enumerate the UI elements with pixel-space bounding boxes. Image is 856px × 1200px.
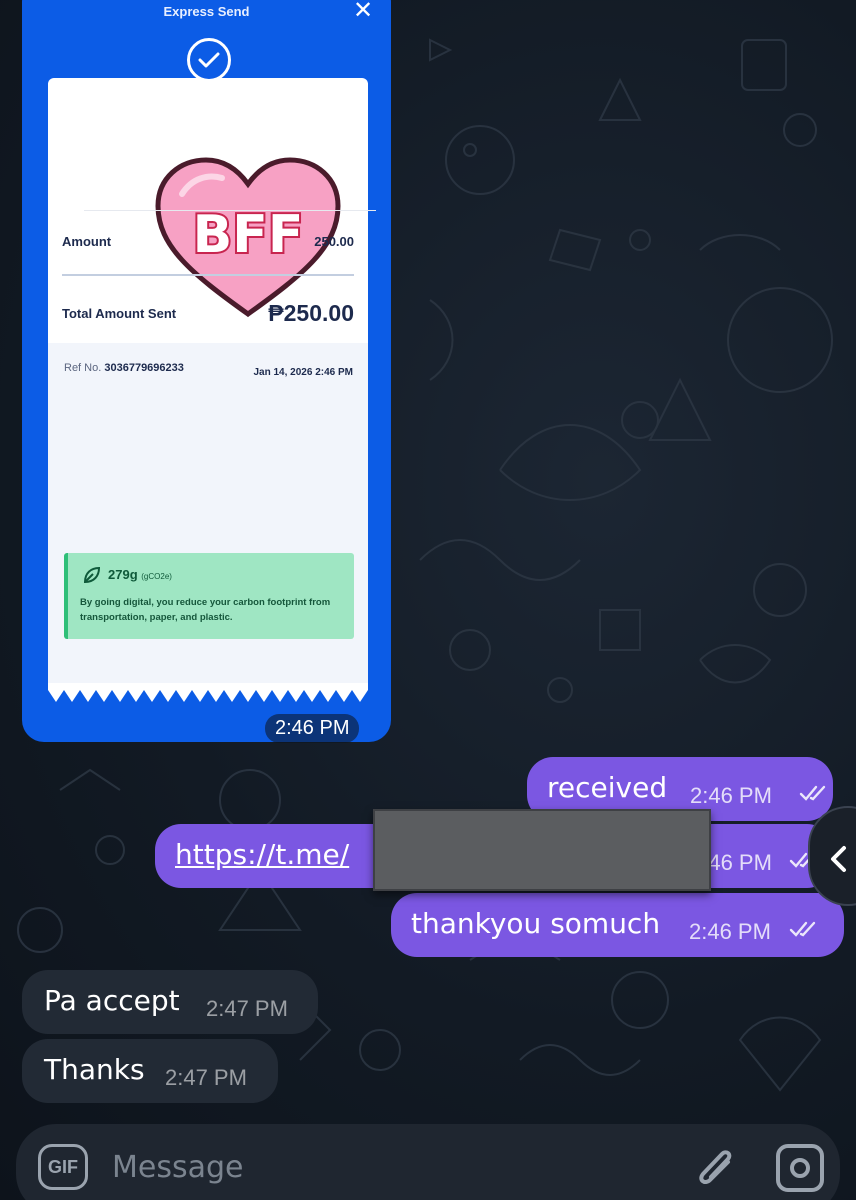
transaction-date: Jan 14, 2026 2:46 PM: [253, 367, 353, 378]
incoming-message[interactable]: Pa accept 2:47 PM: [22, 970, 318, 1034]
amount-label: Amount: [62, 234, 112, 249]
check-icon: [187, 38, 231, 82]
carbon-footprint-box: 279g (gCO2e) By going digital, you reduc…: [64, 553, 354, 639]
message-text: Pa accept: [44, 984, 180, 1017]
message-time: 2:46 PM: [265, 714, 360, 743]
double-check-icon: [799, 785, 826, 801]
amount-value: 250.00: [314, 234, 354, 249]
receipt-card: BFF Amount 250.00 Total Amount Sent ₱250…: [48, 78, 376, 704]
outgoing-message[interactable]: thankyou somuch 2:46 PM: [391, 893, 844, 957]
message-time: 2:47 PM: [206, 996, 288, 1021]
message-text: thankyou somuch: [411, 907, 661, 940]
message-text: Thanks: [44, 1053, 145, 1086]
total-amount-value: ₱250.00: [268, 300, 354, 326]
camera-lens: [790, 1158, 810, 1178]
carbon-unit: (gCO2e): [141, 572, 172, 581]
receipt-torn-edge: [48, 690, 368, 704]
ref-label-text: Ref No.: [64, 362, 102, 374]
gif-button[interactable]: GIF: [38, 1144, 88, 1190]
carbon-amount: 279g: [108, 567, 138, 582]
receipt-image-message[interactable]: Express Send ✕ BFF Amount 250.00 Total A…: [22, 0, 391, 742]
message-time: 2:46 PM: [689, 919, 771, 944]
redaction-box: [373, 809, 711, 891]
leaf-icon: [83, 566, 101, 584]
divider: [84, 210, 376, 211]
paperclip-icon[interactable]: [692, 1140, 740, 1196]
message-composer: GIF: [16, 1124, 840, 1200]
reference-section: Ref No. 3036779696233 Jan 14, 2026 2:46 …: [48, 343, 368, 683]
camera-icon[interactable]: [776, 1144, 824, 1192]
total-amount-label: Total Amount Sent: [62, 306, 177, 321]
sticker-text: BFF: [193, 205, 304, 265]
message-link[interactable]: https://t.me/: [175, 838, 349, 871]
double-check-icon: [789, 921, 816, 937]
receipt-header-title: Express Send: [163, 4, 250, 19]
chevron-left-icon: [831, 846, 846, 872]
close-icon: ✕: [352, 0, 374, 24]
message-input[interactable]: [112, 1142, 632, 1192]
message-time: 2:47 PM: [165, 1065, 247, 1090]
carbon-value: 279g (gCO2e): [108, 567, 172, 582]
amount-divider: [62, 274, 354, 276]
message-time: 2:46 PM: [690, 783, 772, 808]
reference-label: Ref No. 3036779696233: [64, 362, 184, 374]
reference-number: 3036779696233: [104, 362, 184, 374]
incoming-message[interactable]: Thanks 2:47 PM: [22, 1039, 278, 1103]
carbon-description: By going digital, you reduce your carbon…: [80, 597, 331, 623]
message-text: received: [547, 771, 668, 804]
